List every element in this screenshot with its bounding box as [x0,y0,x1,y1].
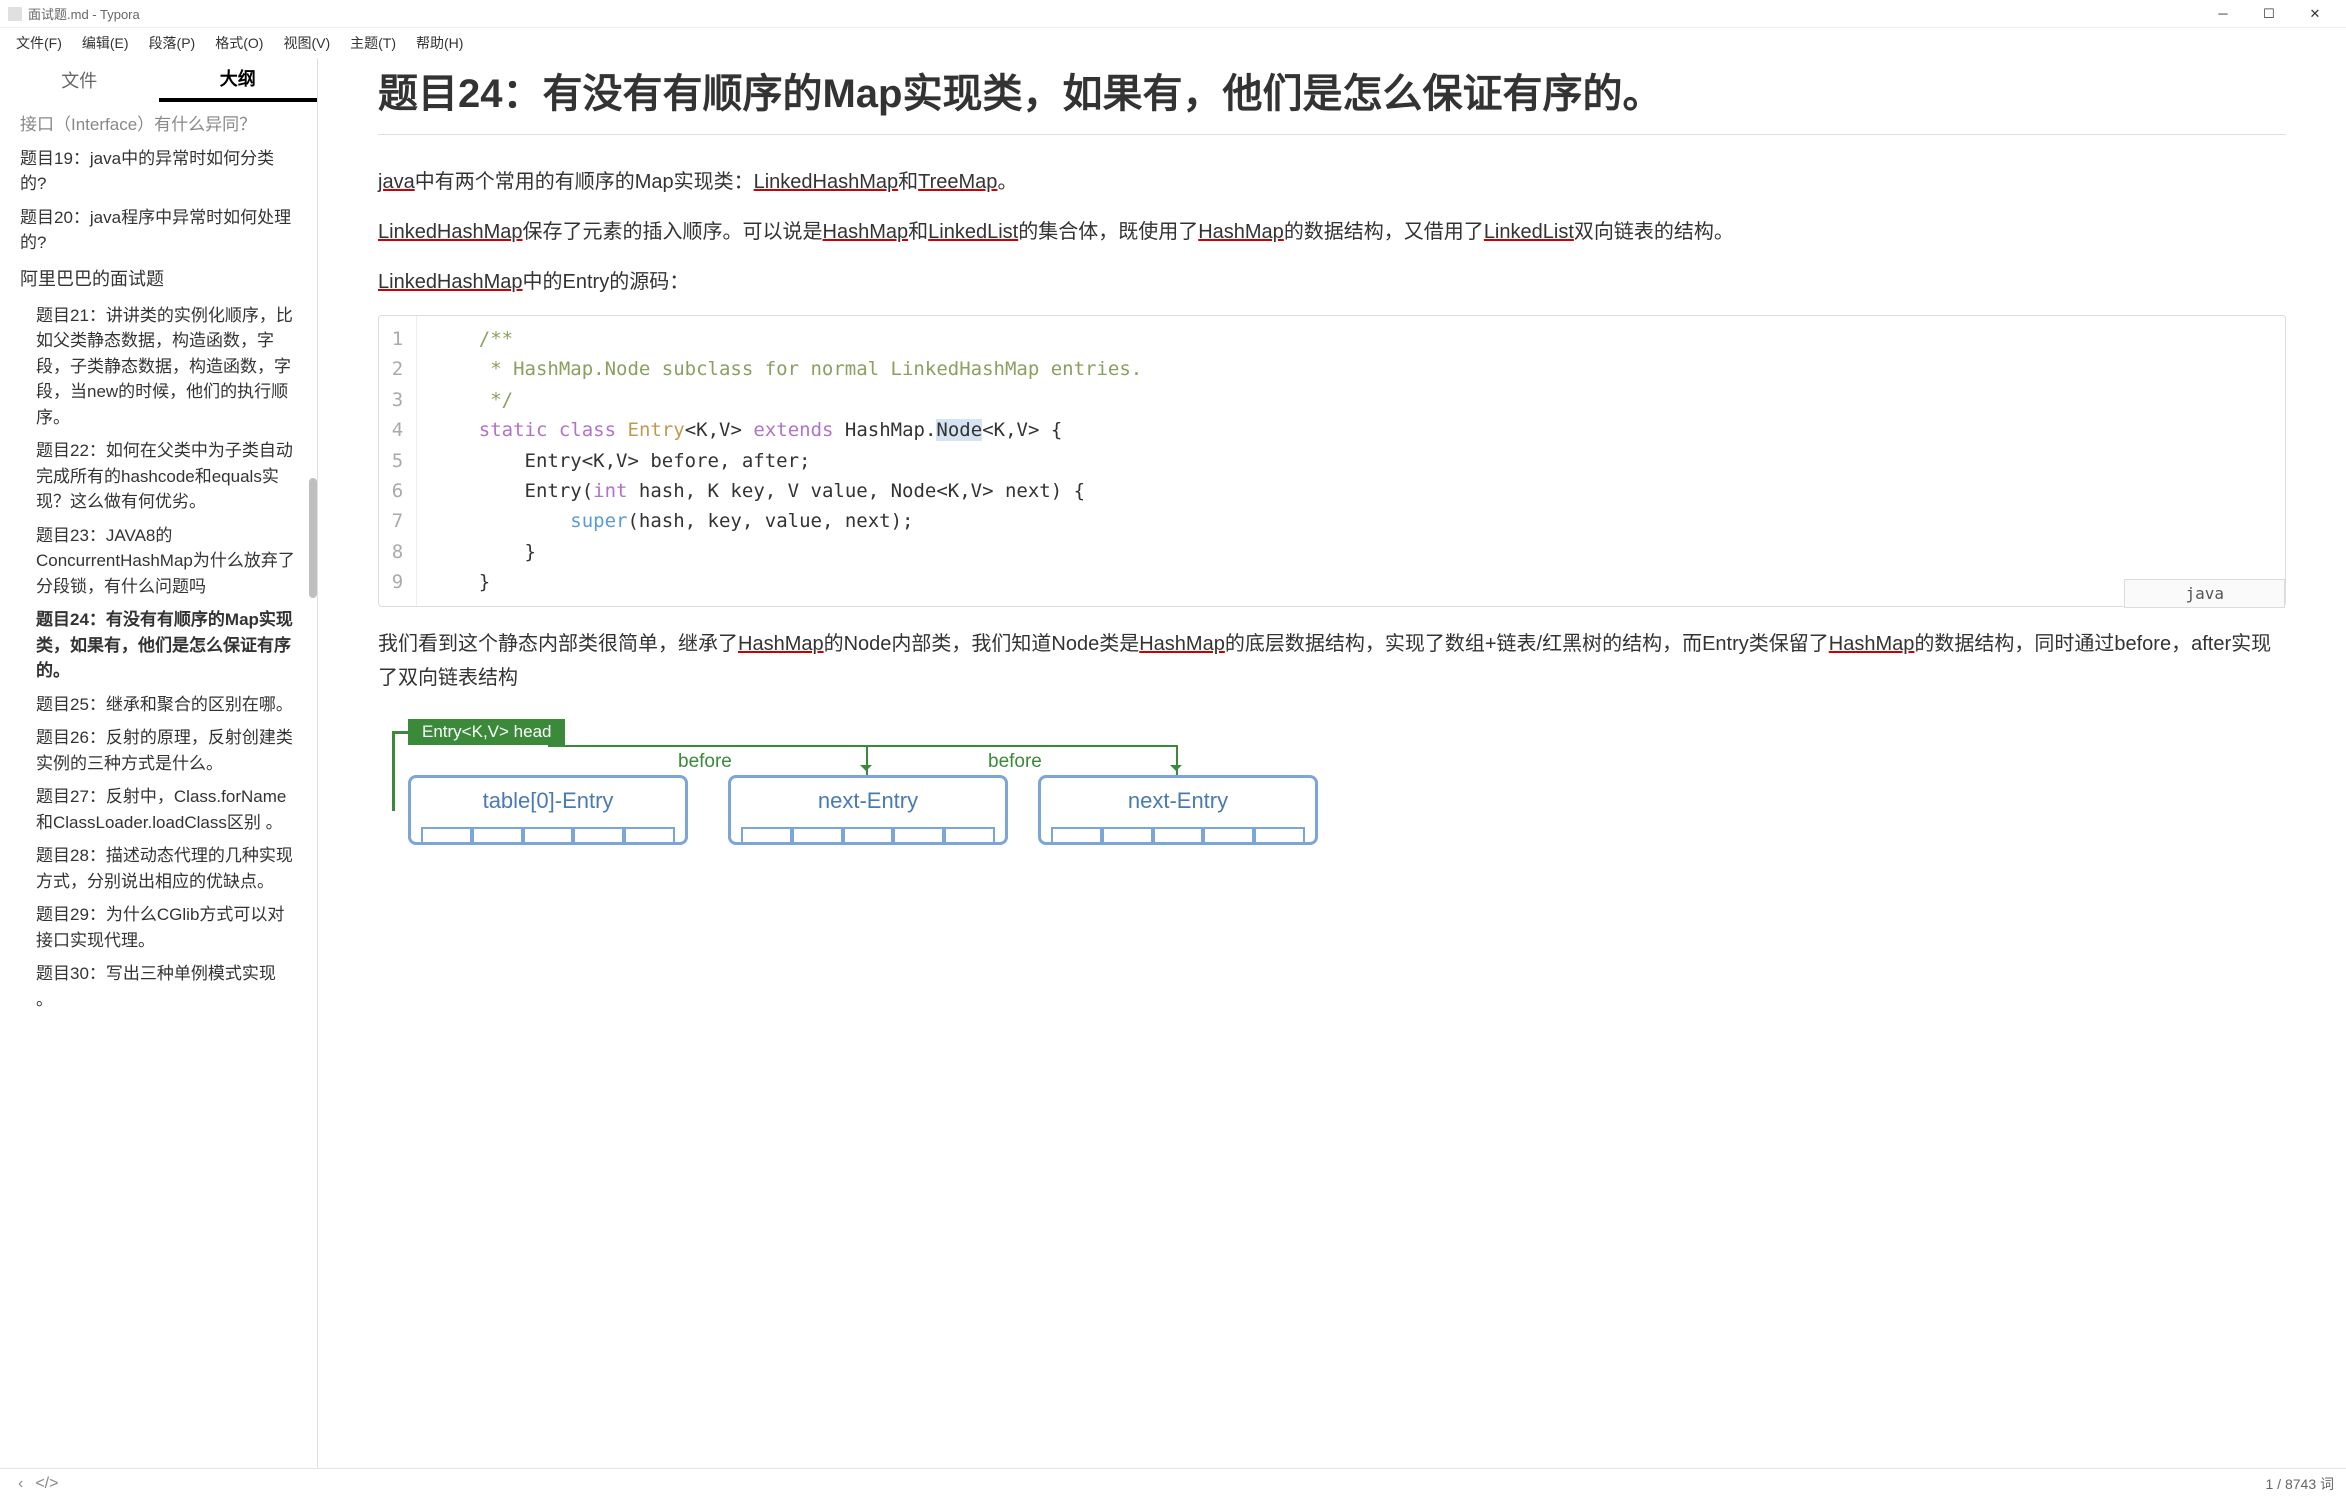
outline-item[interactable]: 题目25：继承和聚合的区别在哪。 [0,688,317,722]
diagram-edge-label: before [988,751,1042,773]
outline-item[interactable]: 题目20：java程序中异常时如何处理的? [0,201,317,260]
code-content[interactable]: /** * HashMap.Node subclass for normal L… [417,316,2285,606]
menu-view[interactable]: 视图(V) [273,29,340,57]
editor-area[interactable]: 题目24：有没有有顺序的Map实现类，如果有，他们是怎么保证有序的。 java中… [318,58,2346,1468]
menu-edit[interactable]: 编辑(E) [72,29,139,57]
menu-help[interactable]: 帮助(H) [406,29,473,57]
outline-item[interactable]: 题目29：为什么CGlib方式可以对接口实现代理。 [0,898,317,957]
diagram-node: table[0]-Entry [408,775,688,845]
article-heading[interactable]: 题目24：有没有有顺序的Map实现类，如果有，他们是怎么保证有序的。 [378,68,2286,135]
outline-item[interactable]: 题目27：反射中，Class.forName和ClassLoader.loadC… [0,780,317,839]
app-icon [8,7,22,21]
paragraph[interactable]: LinkedHashMap中的Entry的源码： [378,265,2286,299]
outline-item[interactable]: 题目26：反射的原理，反射创建类实例的三种方式是什么。 [0,721,317,780]
diagram-node: next-Entry [728,775,1008,845]
back-icon[interactable]: ‹ [12,1475,29,1493]
outline-section-header[interactable]: 阿里巴巴的面试题 [0,260,317,299]
sidebar-scrollbar-thumb[interactable] [309,478,317,598]
paragraph[interactable]: LinkedHashMap保存了元素的插入顺序。可以说是HashMap和Link… [378,215,2286,249]
paragraph[interactable]: java中有两个常用的有顺序的Map实现类：LinkedHashMap和Tree… [378,165,2286,199]
outline-item[interactable]: 题目19：java中的异常时如何分类的? [0,142,317,201]
menu-file[interactable]: 文件(F) [6,29,72,57]
maximize-button[interactable]: ☐ [2246,0,2292,28]
tab-file[interactable]: 文件 [0,58,159,102]
tab-outline[interactable]: 大纲 [159,58,318,102]
close-button[interactable]: ✕ [2292,0,2338,28]
outline-item[interactable]: 题目21：讲讲类的实例化顺序，比如父类静态数据，构造函数，字段，子类静态数据，构… [0,299,317,435]
diagram: Entry<K,V> head before before table[0]-E… [378,715,2286,845]
statusbar: ‹ </> 1 / 8743 词 [0,1468,2346,1498]
titlebar: 面试题.md - Typora ─ ☐ ✕ [0,0,2346,28]
outline-item[interactable]: 题目28：描述动态代理的几种实现方式，分别说出相应的优缺点。 [0,839,317,898]
outline-item[interactable]: 题目30：写出三种单例模式实现 。 [0,957,317,1016]
outline-item[interactable]: 题目22：如何在父类中为子类自动完成所有的hashcode和equals实现？这… [0,434,317,519]
paragraph[interactable]: 我们看到这个静态内部类很简单，继承了HashMap的Node内部类，我们知道No… [378,627,2286,695]
diagram-head-label: Entry<K,V> head [408,719,565,745]
word-count[interactable]: 1 / 8743 词 [2266,1474,2335,1494]
diagram-node: next-Entry [1038,775,1318,845]
menu-format[interactable]: 格式(O) [205,29,273,57]
menu-theme[interactable]: 主题(T) [340,29,406,57]
diagram-edge-label: before [678,751,732,773]
outline-item[interactable]: 接口（Interface）有什么异同？ [0,108,317,142]
minimize-button[interactable]: ─ [2200,0,2246,28]
window-title: 面试题.md - Typora [28,4,140,23]
source-mode-icon[interactable]: </> [29,1475,64,1493]
outline-item[interactable]: 题目23：JAVA8的ConcurrentHashMap为什么放弃了分段锁，有什… [0,519,317,604]
sidebar: 文件 大纲 接口（Interface）有什么异同？ 题目19：java中的异常时… [0,58,318,1468]
code-gutter: 123456789 [379,316,417,606]
menubar: 文件(F) 编辑(E) 段落(P) 格式(O) 视图(V) 主题(T) 帮助(H… [0,28,2346,58]
code-block[interactable]: 123456789 /** * HashMap.Node subclass fo… [378,315,2286,607]
menu-paragraph[interactable]: 段落(P) [139,29,206,57]
outline-panel[interactable]: 接口（Interface）有什么异同？ 题目19：java中的异常时如何分类的?… [0,102,317,1468]
outline-item-active[interactable]: 题目24：有没有有顺序的Map实现类，如果有，他们是怎么保证有序的。 [0,603,317,688]
code-language-label[interactable]: java [2124,579,2285,608]
